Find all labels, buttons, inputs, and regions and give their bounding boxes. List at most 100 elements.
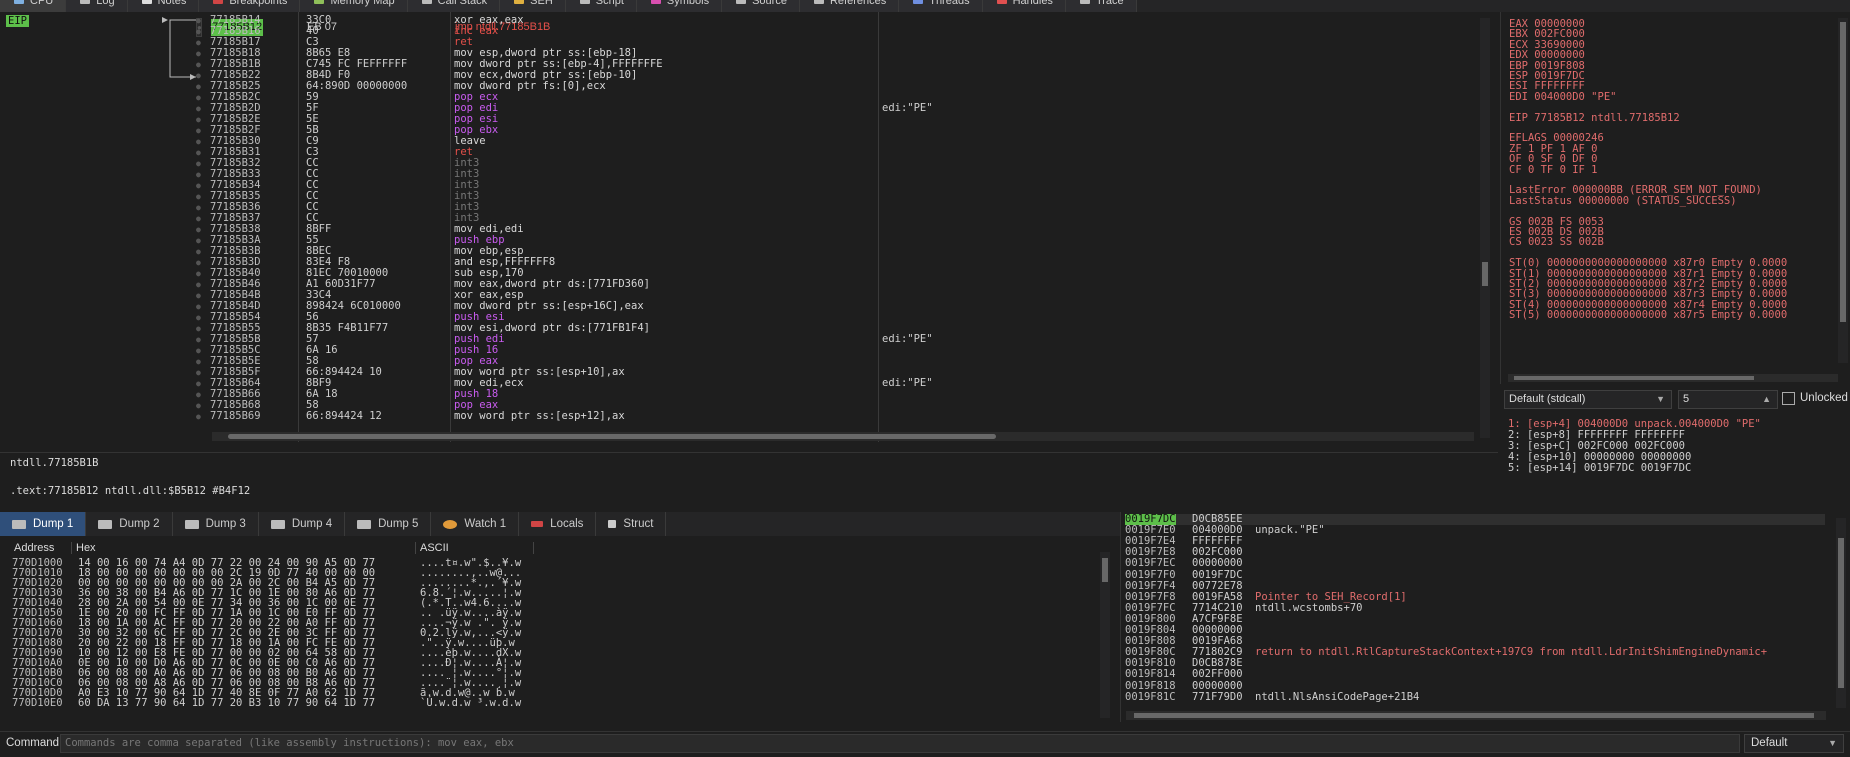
disasm-row[interactable]: ● 77185B16 40 inc eax (196, 26, 1478, 37)
breakpoint-dot-icon[interactable]: ● (196, 268, 201, 279)
dump-tab-struct[interactable]: Struct (596, 512, 667, 536)
disasm-row[interactable]: ● 77185B32 CC int3 (196, 158, 1478, 169)
disasm-row[interactable]: ● 77185B14 33C0 xor eax,eax (196, 15, 1478, 26)
register-line[interactable]: CS 0023 SS 002B (1509, 236, 1604, 248)
breakpoint-dot-icon[interactable]: ● (196, 323, 201, 334)
dump-vscroll[interactable] (1100, 552, 1110, 718)
disassembly-hscroll[interactable] (212, 432, 1474, 441)
breakpoint-dot-icon[interactable]: ● (196, 356, 201, 367)
disasm-row[interactable]: ● 77185B69 66:894424 12 mov word ptr ss:[es… (196, 411, 1478, 422)
breakpoint-dot-icon[interactable]: ● (196, 114, 201, 125)
disasm-row[interactable]: ● 77185B1B C745 FC FEFFFFFF mov dword ptr s… (196, 59, 1478, 70)
register-line[interactable]: CF 0 TF 0 IF 1 (1509, 164, 1598, 176)
call-convention-select[interactable]: Default (stdcall) ▼ (1504, 390, 1672, 409)
disasm-row[interactable]: ● 77185B2E 5E pop esi (196, 114, 1478, 125)
breakpoint-dot-icon[interactable]: ● (196, 169, 201, 180)
breakpoint-dot-icon[interactable]: ● (196, 345, 201, 356)
registers-panel[interactable]: EAX 00000000 EBX 002FC000 ECX 33690000 EDX … (1500, 12, 1850, 384)
command-mode-select[interactable]: Default ▼ (1744, 734, 1844, 753)
stack-row[interactable]: 0019F7F4 00772E78 (1125, 580, 1825, 592)
breakpoint-dot-icon[interactable]: ● (196, 180, 201, 191)
breakpoint-dot-icon[interactable]: ● (196, 92, 201, 103)
stack-view[interactable]: 0019F7DC D0CB85EE 0019F7E0 004000D0 unpack."… (1120, 512, 1836, 722)
breakpoint-dot-icon[interactable]: ● (196, 70, 201, 81)
disasm-row[interactable]: ● 77185B33 CC int3 (196, 169, 1478, 180)
stack-row[interactable]: 0019F7EC 00000000 (1125, 558, 1825, 569)
breakpoint-dot-icon[interactable]: ● (196, 334, 201, 345)
stack-row[interactable]: 0019F81C 771F79D0 ntdll.NlsAnsiCodePage+21… (1125, 691, 1825, 703)
stack-arg[interactable]: 5: [esp+14] 0019F7DC 0019F7DC (1508, 462, 1691, 474)
breakpoint-dot-icon[interactable]: ● (196, 158, 201, 169)
tab-log[interactable]: Log (66, 0, 128, 12)
breakpoint-dot-icon[interactable]: ● (196, 400, 201, 411)
arg-count-spinner[interactable]: 5 ▲ (1678, 390, 1778, 409)
breakpoint-dot-icon[interactable]: ● (196, 378, 201, 389)
disasm-row[interactable]: ● 77185B31 C3 ret (196, 147, 1478, 158)
tab-cpu[interactable]: CPU (0, 0, 67, 12)
registers-hscroll[interactable] (1508, 374, 1838, 382)
command-input[interactable]: Commands are comma separated (like assem… (60, 734, 1740, 753)
disasm-row[interactable]: ● 77185B46 A1 60D31F77 mov eax,dword ptr ds… (196, 279, 1478, 290)
tab-breakpoints[interactable]: Breakpoints (199, 0, 301, 12)
disasm-row[interactable]: ● 77185B2F 5B pop ebx (196, 125, 1478, 136)
breakpoint-dot-icon[interactable]: ● (196, 246, 201, 257)
breakpoint-dot-icon[interactable]: ● (196, 389, 201, 400)
breakpoint-dot-icon[interactable]: ● (196, 125, 201, 136)
disasm-row[interactable]: ● 77185B5F 66:894424 10 mov word ptr ss:[es… (196, 367, 1478, 378)
breakpoint-dot-icon[interactable]: ● (196, 81, 201, 92)
disasm-row[interactable]: ● 77185B35 CC int3 (196, 191, 1478, 202)
tab-trace[interactable]: Trace (1065, 0, 1137, 12)
dump-tab-locals[interactable]: Locals (519, 512, 597, 536)
unlocked-checkbox[interactable] (1782, 392, 1795, 405)
tab-threads[interactable]: Threads (899, 0, 983, 12)
disasm-row[interactable]: ● 77185B17 C3 ret (196, 37, 1478, 48)
dump-tab-dump-1[interactable]: Dump 1 (0, 512, 87, 536)
disasm-row[interactable]: ● 77185B30 C9 leave (196, 136, 1478, 147)
breakpoint-dot-icon[interactable]: ● (196, 48, 201, 59)
disasm-row[interactable]: ● 77185B54 56 push esi (196, 312, 1478, 323)
disasm-row[interactable]: ● 77185B5E 58 pop eax (196, 356, 1478, 367)
breakpoint-dot-icon[interactable]: ● (196, 37, 201, 48)
disasm-row[interactable]: ● 77185B55 8B35 F4B11F77 mov esi,dword ptr … (196, 323, 1478, 334)
breakpoint-dot-icon[interactable]: ● (196, 312, 201, 323)
breakpoint-dot-icon[interactable]: ● (196, 301, 201, 312)
tab-notes[interactable]: Notes (127, 0, 200, 12)
stack-hscroll[interactable] (1126, 711, 1826, 720)
breakpoint-dot-icon[interactable]: ● (196, 191, 201, 202)
breakpoint-dot-icon[interactable]: ● (196, 26, 201, 37)
tab-script[interactable]: Script (565, 0, 637, 12)
breakpoint-dot-icon[interactable]: ● (196, 367, 201, 378)
breakpoint-dot-icon[interactable]: ● (196, 235, 201, 246)
register-line[interactable]: ST(5) 0000000000000000000 x87r5 Empty 0.… (1509, 309, 1787, 321)
breakpoint-dot-icon[interactable]: ● (196, 147, 201, 158)
disasm-row[interactable]: ● 77185B64 8BF9 mov edi,ecx edi:"PE" (196, 378, 1478, 389)
disasm-row[interactable]: ● 77185B66 6A 18 push 18 (196, 389, 1478, 400)
disasm-row[interactable]: ● 77185B5C 6A 16 push 16 (196, 345, 1478, 356)
breakpoint-dot-icon[interactable]: ● (196, 257, 201, 268)
stack-row[interactable]: 0019F818 00000000 (1125, 680, 1825, 692)
disasm-row[interactable]: ● 77185B4D 898424 6C010000 mov dword ptr ss… (196, 301, 1478, 312)
disasm-row[interactable]: ● 77185B25 64:890D 00000000 mov dword ptr f… (196, 81, 1478, 92)
breakpoint-dot-icon[interactable]: ● (196, 224, 201, 235)
breakpoint-dot-icon[interactable]: ● (196, 279, 201, 290)
disasm-row[interactable]: ● 77185B37 CC int3 (196, 213, 1478, 224)
tab-memory-map[interactable]: Memory Map (300, 0, 408, 12)
tab-handles[interactable]: Handles (982, 0, 1066, 12)
register-line[interactable]: EDI 004000D0 "PE" (1509, 91, 1616, 103)
tab-references[interactable]: References (799, 0, 900, 12)
dump-tab-dump-3[interactable]: Dump 3 (173, 512, 259, 536)
tab-seh[interactable]: SEH (500, 0, 566, 12)
disassembly-view[interactable]: EIP ● 77185B12 EB 07 jmp ntdll.77185B1B ● 771… (0, 12, 1498, 464)
dump-tab-dump-4[interactable]: Dump 4 (259, 512, 346, 536)
dump-tab-dump-5[interactable]: Dump 5 (345, 512, 432, 536)
breakpoint-dot-icon[interactable]: ● (196, 59, 201, 70)
stack-row[interactable]: 0019F7F0 0019F7DC (1125, 569, 1825, 581)
disassembly-vscroll[interactable] (1480, 18, 1490, 438)
disasm-row[interactable]: ● 77185B38 8BFF mov edi,edi (196, 224, 1478, 235)
tab-symbols[interactable]: Symbols (636, 0, 723, 12)
stack-vscroll[interactable] (1836, 518, 1846, 708)
breakpoint-dot-icon[interactable]: ● (196, 411, 201, 422)
disasm-row[interactable]: ● 77185B5B 57 push edi edi:"PE" (196, 334, 1478, 345)
breakpoint-dot-icon[interactable]: ● (196, 290, 201, 301)
disasm-row[interactable]: ● 77185B3D 83E4 F8 and esp,FFFFFFF8 (196, 257, 1478, 268)
